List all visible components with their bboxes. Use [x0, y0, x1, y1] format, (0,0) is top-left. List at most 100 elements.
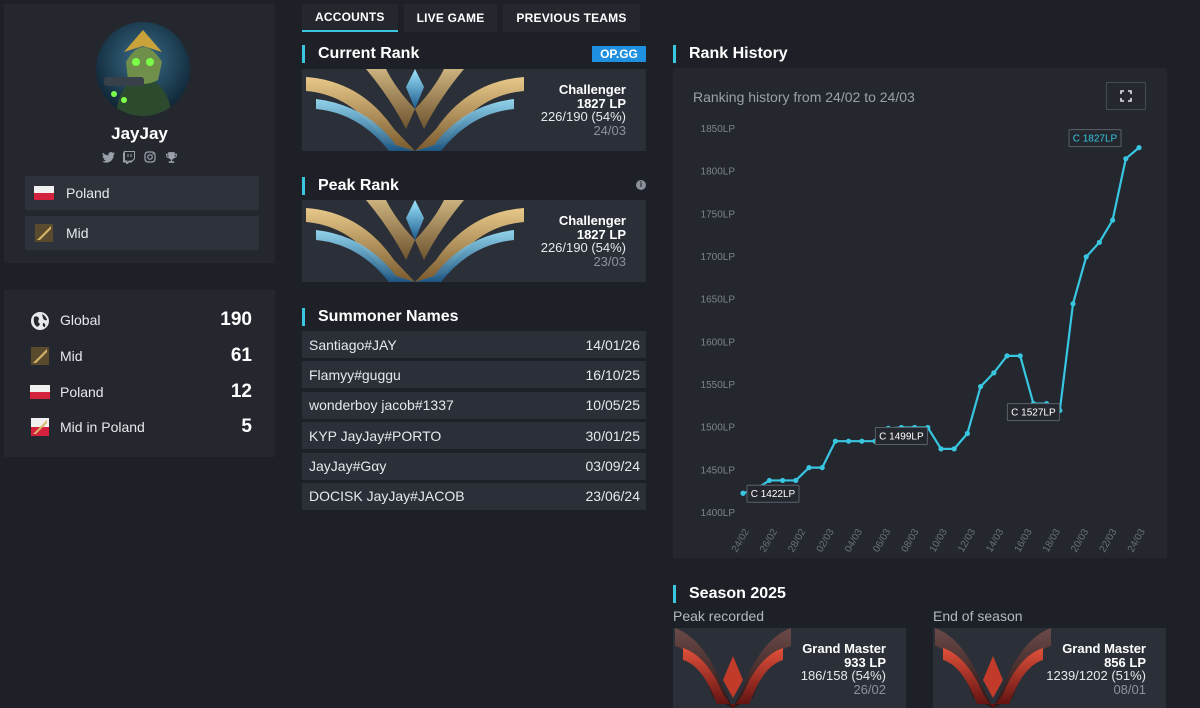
- current-rank-box: Challenger 1827 LP 226/190 (54%) 24/03: [302, 69, 646, 151]
- opgg-link[interactable]: OP.GG: [592, 46, 646, 62]
- instagram-icon[interactable]: [143, 150, 157, 164]
- y-tick-label: 1650LP: [701, 295, 736, 306]
- mid-role-icon: [30, 347, 50, 365]
- peak-recorded-label: Peak recorded: [673, 608, 765, 624]
- rank-lp: 1827 LP: [576, 226, 626, 242]
- x-tick-label: 22/03: [1098, 527, 1120, 555]
- y-tick-label: 1850LP: [701, 124, 736, 135]
- summoner-name: DOCISK JayJay#JACOB: [309, 488, 465, 505]
- annotation-label: C 1422LP: [751, 489, 796, 500]
- section-accent: [302, 177, 305, 195]
- x-tick-label: 28/02: [786, 527, 808, 555]
- rank-winloss: 186/158 (54%): [800, 668, 886, 683]
- country-tag[interactable]: Poland: [25, 176, 259, 210]
- x-tick-label: 08/03: [900, 527, 922, 555]
- chart-annotation: C 1827LP: [1068, 129, 1122, 148]
- chart-annotation: C 1422LP: [746, 484, 800, 503]
- tab-bar: ACCOUNTS LIVE GAME PREVIOUS TEAMS: [302, 4, 640, 32]
- challenger-emblem: [306, 69, 524, 151]
- rank-history-title: Rank History: [689, 45, 788, 62]
- x-tick-label: 02/03: [815, 527, 837, 555]
- twitch-icon[interactable]: [122, 150, 136, 164]
- rank-history-chart-card: 1850LP 1800LP 1750LP 1700LP 1650LP 1600LP 1550…: [673, 68, 1167, 558]
- tab-live-game[interactable]: LIVE GAME: [403, 4, 498, 32]
- section-accent: [673, 45, 676, 63]
- chart-annotation: C 1499LP: [874, 427, 928, 446]
- rank-date: 24/03: [593, 122, 626, 138]
- rank-history-point: [1110, 217, 1116, 223]
- info-icon[interactable]: i: [636, 180, 646, 190]
- peak-rank-header: Peak Rank: [302, 177, 399, 195]
- tab-accounts[interactable]: ACCOUNTS: [302, 4, 398, 32]
- y-tick-label: 1450LP: [701, 465, 736, 476]
- ladder-value: 190: [220, 309, 252, 330]
- rank-history-point: [793, 477, 799, 484]
- rank-history-header: Rank History: [673, 45, 788, 63]
- fullscreen-button[interactable]: [1106, 82, 1146, 110]
- x-tick-label: 14/03: [984, 527, 1006, 555]
- annotation-label: C 1499LP: [879, 432, 924, 443]
- ladder-row-poland: Poland 12: [30, 380, 252, 404]
- summoner-date: 30/01/25: [585, 427, 641, 444]
- chart-annotation: C 1527LP: [1006, 403, 1060, 422]
- tab-previous-teams[interactable]: PREVIOUS TEAMS: [503, 4, 640, 32]
- expand-icon: [1120, 90, 1132, 102]
- list-item: DOCISK JayJay#JACOB 23/06/24: [302, 482, 646, 510]
- summoner-date: 16/10/25: [585, 366, 641, 383]
- current-rank-info: Challenger 1827 LP 226/190 (54%) 24/03: [541, 83, 626, 137]
- twitter-icon[interactable]: [101, 150, 115, 164]
- summoner-name: JayJay#Gαy: [309, 458, 387, 475]
- rank-lp: 933 LP: [844, 654, 886, 670]
- summoner-name: KYP JayJay#PORTO: [309, 427, 442, 444]
- rank-history-point: [978, 383, 984, 390]
- rank-lp: 1827 LP: [576, 95, 626, 111]
- rank-tier: Challenger: [558, 213, 626, 228]
- y-tick-label: 1600LP: [701, 337, 736, 348]
- season-end-info: Grand Master 856 LP 1239/1202 (51%) 08/0…: [1046, 642, 1146, 696]
- rank-history-point: [780, 477, 786, 484]
- x-tick-label: 18/03: [1041, 527, 1063, 555]
- rank-history-point: [832, 438, 838, 444]
- rank-history-point: [1017, 353, 1023, 359]
- ladder-row-mid-in-poland: Mid in Poland 5: [30, 415, 252, 439]
- x-tick-label: 04/03: [843, 527, 865, 555]
- rank-history-line: [742, 146, 1140, 495]
- y-tick-label: 1550LP: [701, 380, 736, 391]
- chart-caption: Ranking history from 24/02 to 24/03: [693, 89, 915, 105]
- x-tick-label: 24/03: [1126, 527, 1148, 555]
- rank-history-point: [859, 438, 865, 444]
- poland-flag-icon: [34, 184, 54, 202]
- ladder-label: Mid: [60, 348, 83, 364]
- x-tick-label: 12/03: [956, 527, 978, 555]
- section-accent: [302, 45, 305, 63]
- x-tick-label: 20/03: [1069, 527, 1091, 555]
- role-tag[interactable]: Mid: [25, 216, 259, 250]
- summoner-date: 10/05/25: [585, 397, 641, 414]
- rank-date: 23/03: [593, 253, 626, 269]
- player-name: JayJay: [111, 124, 168, 143]
- summoner-name: Flamyy#guggu: [309, 366, 401, 383]
- season-title: Season 2025: [689, 585, 786, 602]
- rank-history-point: [1004, 353, 1010, 359]
- summoner-names-list: Santiago#JAY 14/01/26 Flamyy#guggu 16/10/2…: [302, 331, 646, 513]
- peak-rank-box: Challenger 1827 LP 226/190 (54%) 23/03: [302, 200, 646, 282]
- peak-rank-info: Challenger 1827 LP 226/190 (54%) 23/03: [541, 214, 626, 268]
- x-tick-label: 24/02: [730, 527, 752, 555]
- rank-tier: Grand Master: [802, 641, 886, 656]
- rank-history-point: [819, 465, 825, 471]
- avatar: [96, 22, 190, 116]
- rank-history-point: [1123, 156, 1129, 162]
- list-item: Santiago#JAY 14/01/26: [302, 331, 646, 358]
- role-label: Mid: [66, 225, 89, 241]
- ladder-label: Global: [60, 312, 101, 328]
- season-peak-info: Grand Master 933 LP 186/158 (54%) 26/02: [801, 642, 886, 696]
- trophy-icon[interactable]: [164, 150, 178, 164]
- rank-history-point: [846, 438, 852, 444]
- season-end-box: Grand Master 856 LP 1239/1202 (51%) 08/0…: [933, 628, 1166, 708]
- summoner-names-title: Summoner Names: [318, 308, 459, 325]
- grandmaster-emblem: [933, 628, 1053, 708]
- y-tick-label: 1800LP: [701, 167, 736, 178]
- y-tick-label: 1700LP: [701, 252, 736, 263]
- rank-history-chart: 1850LP 1800LP 1750LP 1700LP 1650LP 1600LP 1550…: [701, 124, 1149, 555]
- current-rank-header: Current Rank: [302, 45, 419, 63]
